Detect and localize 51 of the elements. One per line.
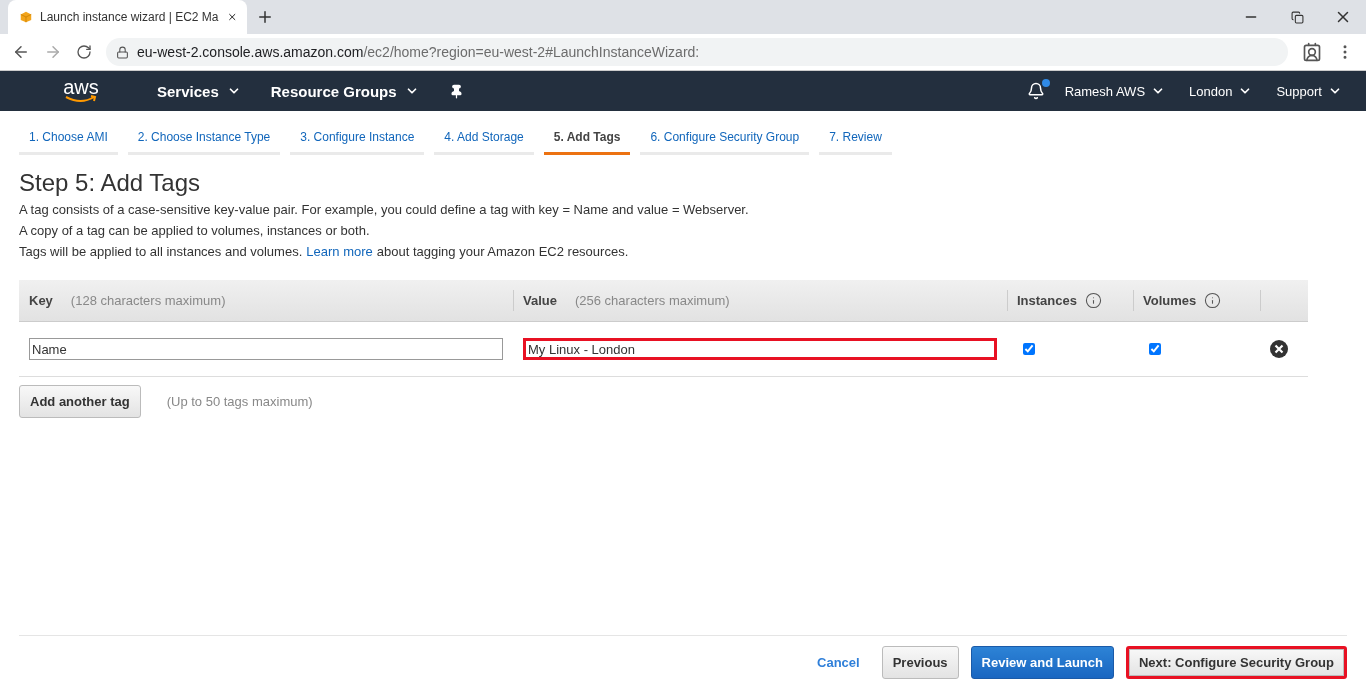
new-tab-icon[interactable] bbox=[256, 8, 274, 26]
nav-menu[interactable]: Resource Groups bbox=[270, 82, 419, 100]
nav-menu[interactable]: Support bbox=[1276, 83, 1342, 99]
nav-menu[interactable]: Services bbox=[157, 82, 241, 100]
logo[interactable]: aws bbox=[63, 79, 99, 95]
info-icon[interactable] bbox=[1204, 292, 1222, 309]
footer-button[interactable]: Previous bbox=[881, 646, 959, 679]
paragraph-text: about tagging your Amazon EC2 resources. bbox=[376, 244, 629, 259]
nav-menu[interactable]: London bbox=[1189, 83, 1253, 99]
wizard-step[interactable]: 5. Add Tags bbox=[543, 121, 631, 155]
header-label: Volumes bbox=[1143, 293, 1197, 308]
wizard-step[interactable]: 1. Choose AMI bbox=[19, 121, 118, 155]
remove-icon[interactable] bbox=[1270, 340, 1288, 358]
wizard-step[interactable]: 3. Configure Instance bbox=[290, 121, 425, 155]
profile-icon[interactable] bbox=[1302, 42, 1322, 62]
box-icon bbox=[20, 9, 32, 25]
instances-checkbox[interactable] bbox=[1023, 343, 1035, 355]
learn-more-link[interactable]: Learn more bbox=[306, 244, 373, 259]
info-icon[interactable] bbox=[1085, 292, 1102, 309]
wizard-step[interactable]: 2. Choose Instance Type bbox=[127, 121, 281, 155]
smile-icon bbox=[64, 95, 98, 103]
tag-limit-hint: (Up to 50 tags maximum) bbox=[166, 394, 313, 409]
address-bar[interactable]: eu-west-2.console.aws.amazon.com/ec2/home?region=eu-west-2#LaunchInstanceWizard: bbox=[106, 38, 1288, 66]
nav-menu[interactable]: Ramesh AWS bbox=[1064, 83, 1166, 99]
restore-icon[interactable] bbox=[1290, 10, 1304, 24]
browser-tab[interactable]: Launch instance wizard | EC2 Ma bbox=[8, 0, 247, 34]
bell-icon[interactable] bbox=[1026, 82, 1045, 100]
header-label: Instances bbox=[1017, 293, 1077, 308]
tab-title: Launch instance wizard | EC2 Ma bbox=[39, 10, 219, 24]
key-field[interactable]: Name bbox=[29, 338, 503, 360]
paragraph-text: Tags will be applied to all instances and volumes. bbox=[19, 244, 303, 259]
reload-icon[interactable] bbox=[76, 44, 92, 60]
paragraph-text: A copy of a tag can be applied to volumes, instances or both. bbox=[19, 223, 371, 239]
footer-button[interactable]: Next: Configure Security Group bbox=[1125, 646, 1347, 679]
wizard-step[interactable]: 7. Review bbox=[819, 121, 892, 155]
pin-icon[interactable] bbox=[448, 83, 464, 99]
header-hint: (128 characters maximum) bbox=[70, 293, 226, 308]
value-field[interactable]: My Linux - London bbox=[523, 338, 997, 360]
lock-icon bbox=[116, 45, 129, 59]
back-icon[interactable] bbox=[12, 43, 30, 61]
volumes-checkbox[interactable] bbox=[1149, 343, 1161, 355]
page-title: Step 5: Add Tags bbox=[19, 169, 202, 197]
header-label: Key bbox=[29, 293, 53, 308]
wizard-step[interactable]: 6. Configure Security Group bbox=[640, 121, 810, 155]
paragraph-text: A tag consists of a case-sensitive key-value pair. For example, you could define a tag with key = Name and value = Webserver. bbox=[19, 202, 750, 218]
cancel-link[interactable]: Cancel bbox=[807, 646, 870, 679]
wizard-step[interactable]: 4. Add Storage bbox=[434, 121, 534, 155]
header-hint: (256 characters maximum) bbox=[574, 293, 730, 308]
footer-button[interactable]: Review and Launch bbox=[970, 646, 1114, 679]
header-label: Value bbox=[523, 293, 557, 308]
add-tag-button[interactable]: Add another tag bbox=[19, 385, 141, 418]
